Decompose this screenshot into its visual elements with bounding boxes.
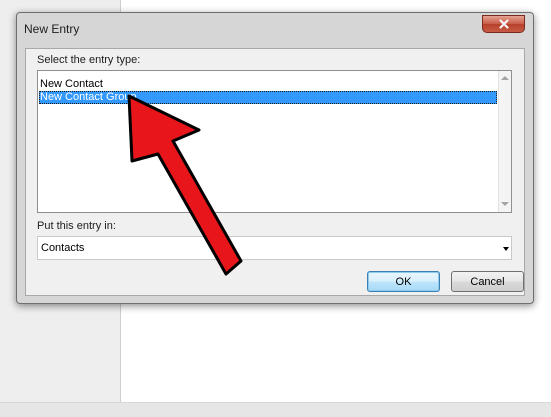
red-arrow-icon: [127, 94, 243, 276]
